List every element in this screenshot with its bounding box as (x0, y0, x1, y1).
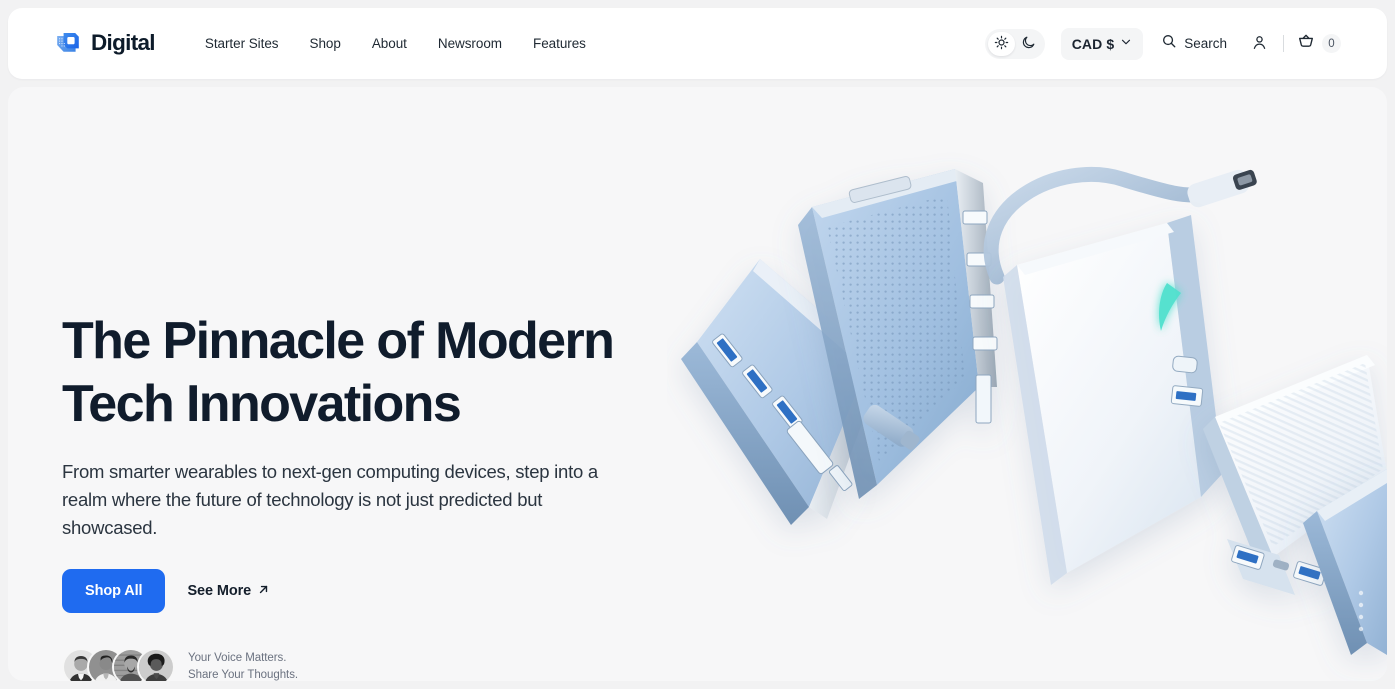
social-proof-line-1: Your Voice Matters. (188, 651, 287, 664)
hero-subtitle: From smarter wearables to next-gen compu… (62, 460, 598, 539)
brand-name: Digital (91, 30, 156, 56)
currency-selector[interactable]: CAD $ (1060, 27, 1144, 60)
social-proof-line-2: Share Your Thoughts. (188, 669, 299, 681)
nav-item-about[interactable]: About (372, 36, 407, 51)
search-label: Search (1184, 36, 1227, 51)
nav-item-shop[interactable]: Shop (310, 36, 341, 51)
see-more-link[interactable]: See More (187, 583, 270, 600)
avatar-person-4 (137, 648, 175, 681)
cart-count-badge: 0 (1322, 34, 1341, 53)
basket-icon (1297, 32, 1315, 55)
search-button[interactable]: Search (1161, 33, 1227, 54)
light-mode-button[interactable] (987, 31, 1015, 56)
chevron-down-icon (1120, 35, 1132, 53)
sun-icon (994, 35, 1009, 53)
hero-title: The Pinnacle of Modern Tech Innovations (62, 312, 615, 433)
hero-section: The Pinnacle of Modern Tech Innovations … (8, 87, 1387, 681)
page-root: Digital Starter Sites Shop About Newsroo… (0, 0, 1395, 689)
social-proof-text: Your Voice Matters. Share Your Thoughts. (188, 650, 298, 681)
hero-product-image (667, 87, 1387, 681)
avatar-group (62, 648, 175, 681)
nav-item-starter-sites[interactable]: Starter Sites (205, 36, 279, 51)
dark-mode-button[interactable] (1015, 32, 1042, 56)
hero-copy: The Pinnacle of Modern Tech Innovations … (62, 310, 682, 681)
account-button[interactable] (1249, 32, 1270, 56)
search-icon (1161, 33, 1177, 54)
nav-item-features[interactable]: Features (533, 36, 586, 51)
social-proof: Your Voice Matters. Share Your Thoughts. (62, 648, 682, 681)
nav-item-newsroom[interactable]: Newsroom (438, 36, 502, 51)
digital-logo-mark-icon (54, 30, 82, 58)
primary-nav: Starter Sites Shop About Newsroom Featur… (205, 36, 586, 51)
arrow-up-right-icon (257, 583, 270, 600)
brand-logo[interactable]: Digital (54, 30, 156, 58)
cart-button[interactable]: 0 (1297, 32, 1341, 55)
hero-cta-row: Shop All See More (62, 569, 682, 614)
site-header: Digital Starter Sites Shop About Newsroo… (8, 8, 1387, 79)
header-divider (1283, 35, 1284, 52)
moon-icon (1021, 35, 1036, 53)
currency-value: CAD $ (1071, 35, 1115, 52)
user-icon (1251, 34, 1268, 54)
shop-all-button[interactable]: Shop All (62, 569, 166, 614)
header-actions: CAD $ Search 0 (984, 27, 1341, 60)
theme-toggle[interactable] (984, 28, 1045, 59)
see-more-label: See More (187, 583, 252, 600)
